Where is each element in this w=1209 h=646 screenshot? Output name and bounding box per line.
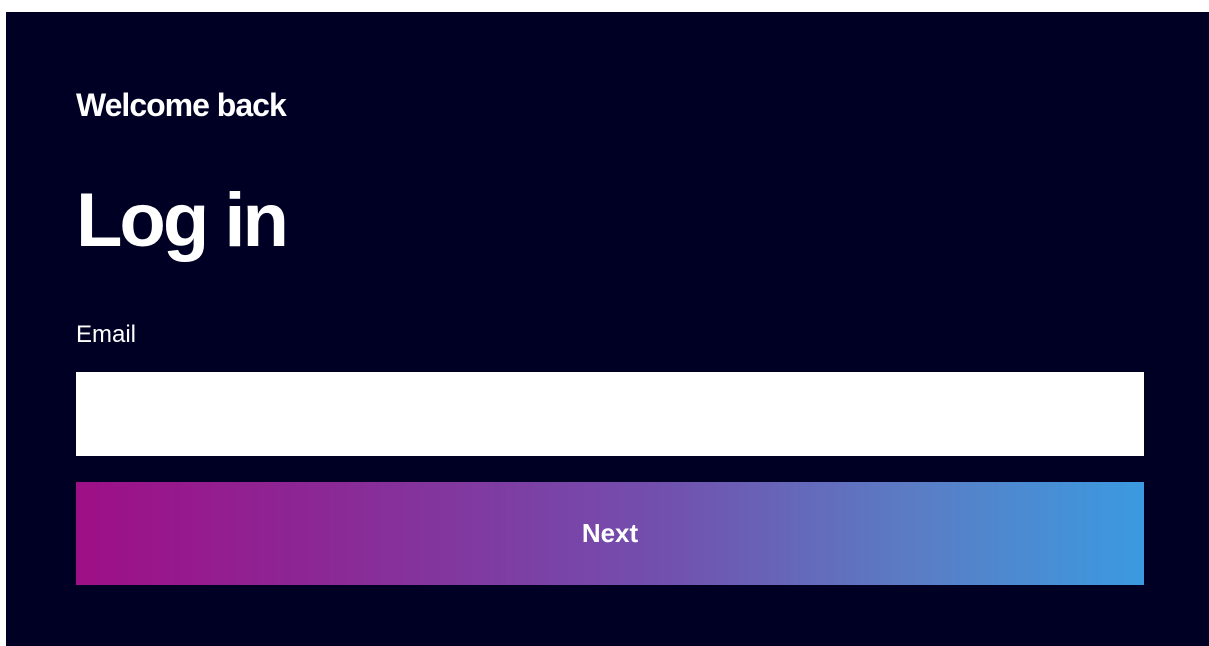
email-field[interactable] (76, 372, 1144, 456)
email-label: Email (76, 321, 137, 348)
next-button[interactable]: Next (76, 482, 1144, 585)
page-title: Log in (76, 178, 289, 263)
login-panel: Welcome back Log in Email Next (6, 12, 1209, 646)
welcome-subtitle: Welcome back (76, 87, 287, 123)
